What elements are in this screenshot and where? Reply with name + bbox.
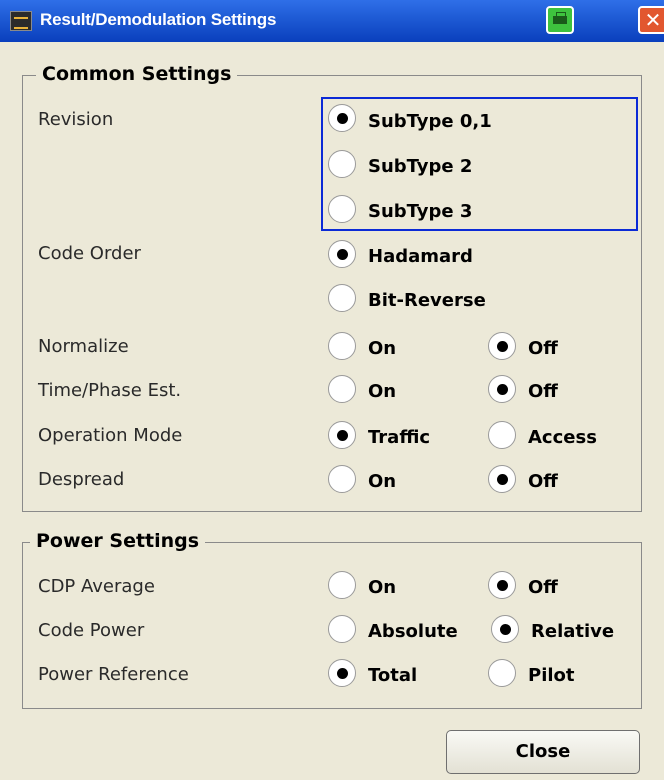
code-power-label: Code Power	[38, 620, 145, 641]
radio-button[interactable]	[328, 615, 356, 643]
option-label: Bit-Reverse	[368, 290, 486, 311]
radio-button[interactable]	[488, 465, 516, 493]
option-label: Total	[368, 665, 418, 686]
option-label: Relative	[531, 621, 615, 642]
option-label: On	[368, 577, 397, 598]
option-label: Traffic	[368, 427, 431, 448]
title-bar: Result/Demodulation Settings ✕	[0, 0, 664, 42]
normalize-label: Normalize	[38, 336, 129, 357]
close-icon[interactable]: ✕	[638, 6, 664, 34]
common-settings-legend: Common Settings	[36, 63, 238, 85]
option-label: SubType 3	[368, 201, 473, 222]
option-label: Off	[528, 381, 558, 402]
spectrum-app-icon	[10, 11, 32, 31]
option-label: Access	[528, 427, 597, 448]
operation-mode-label: Operation Mode	[38, 425, 183, 446]
power-reference-label: Power Reference	[38, 664, 189, 685]
radio-button[interactable]	[491, 615, 519, 643]
cdp-average-label: CDP Average	[38, 576, 155, 597]
time-phase-label: Time/Phase Est.	[38, 380, 182, 401]
code-order-label: Code Order	[38, 243, 141, 264]
radio-button[interactable]	[328, 240, 356, 268]
close-button[interactable]: Close	[446, 730, 640, 774]
radio-button[interactable]	[328, 284, 356, 312]
radio-button[interactable]	[328, 421, 356, 449]
revision-label: Revision	[38, 109, 114, 130]
window-title: Result/Demodulation Settings	[40, 10, 277, 29]
radio-button[interactable]	[328, 150, 356, 178]
despread-label: Despread	[38, 469, 125, 490]
radio-button[interactable]	[328, 195, 356, 223]
radio-button[interactable]	[328, 375, 356, 403]
radio-button[interactable]	[328, 465, 356, 493]
option-label: Absolute	[368, 621, 458, 642]
radio-button[interactable]	[488, 332, 516, 360]
radio-button[interactable]	[488, 571, 516, 599]
option-label: On	[368, 381, 397, 402]
option-label: Hadamard	[368, 246, 473, 267]
option-label: SubType 0,1	[368, 111, 492, 132]
option-label: On	[368, 471, 397, 492]
radio-button[interactable]	[488, 375, 516, 403]
radio-button[interactable]	[488, 421, 516, 449]
option-label: Off	[528, 338, 558, 359]
radio-button[interactable]	[328, 332, 356, 360]
radio-button[interactable]	[328, 571, 356, 599]
power-settings-legend: Power Settings	[30, 530, 206, 552]
radio-button[interactable]	[328, 104, 356, 132]
option-label: On	[368, 338, 397, 359]
radio-button[interactable]	[488, 659, 516, 687]
option-label: Pilot	[528, 665, 575, 686]
option-label: Off	[528, 577, 558, 598]
option-label: SubType 2	[368, 156, 473, 177]
printer-icon[interactable]	[546, 6, 574, 34]
option-label: Off	[528, 471, 558, 492]
radio-button[interactable]	[328, 659, 356, 687]
